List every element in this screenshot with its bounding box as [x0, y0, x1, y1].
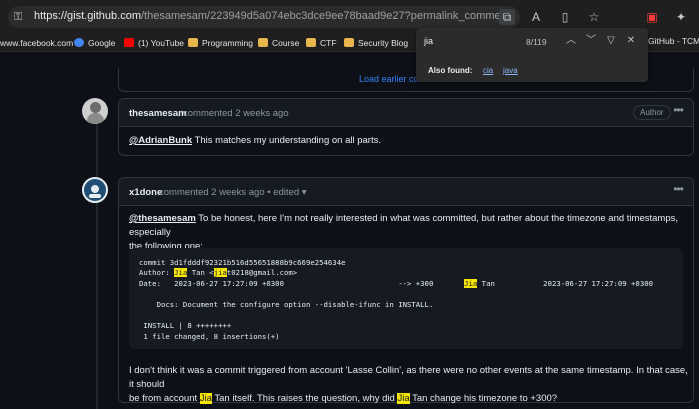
code-line: Date: 2023-06-27 17:27:09 +0300 --> +300… — [139, 279, 653, 288]
site-info-icon[interactable]: ⚿ — [14, 11, 26, 23]
user-mention[interactable]: @thesamesam — [129, 213, 196, 224]
comment-text: I don't think it was a commit triggered … — [129, 365, 688, 390]
youtube-icon — [124, 38, 134, 47]
code-text: Date: 2023-06-27 17:27:09 +0300 --> +300 — [139, 279, 465, 288]
bookmark-label: (1) YouTube — [138, 38, 184, 48]
comment-text: This matches my understanding on all par… — [192, 135, 381, 146]
bookmark-github[interactable]: GitHub - TCM-C — [648, 36, 699, 46]
kebab-menu-icon[interactable]: ••• — [671, 104, 685, 118]
search-highlight: Jia — [397, 393, 410, 404]
comment-author[interactable]: thesamesam — [129, 108, 187, 119]
search-highlight: Jia — [464, 279, 478, 288]
comment-paragraph: @thesamesam To be honest, here I'm not r… — [129, 212, 689, 240]
code-text: Tan 2023-06-27 17:27:09 +0300 — [477, 279, 654, 288]
bookmark-label: CTF — [320, 38, 337, 48]
comment-header: thesamesam commented 2 weeks ago Author … — [119, 99, 693, 127]
bookmark-facebook[interactable]: www.facebook.com — [0, 36, 73, 50]
find-close-icon[interactable]: ✕ — [624, 34, 638, 48]
folder-icon — [306, 38, 316, 47]
bookmark-folder-programming[interactable]: Programming — [188, 36, 253, 50]
code-text: Author: — [139, 268, 175, 277]
bookmark-label: www.facebook.com — [0, 38, 74, 48]
search-highlight: Jia — [199, 393, 212, 404]
find-next-icon[interactable]: ﹀ — [584, 34, 598, 48]
search-highlight: jia — [213, 268, 227, 277]
comment-author[interactable]: x1done — [129, 187, 162, 198]
comment-header: x1done commented 2 weeks ago • edited ▾ … — [119, 178, 693, 206]
code-block: commit 3d1fdddf92321b516d55651888b9c669e… — [129, 248, 683, 349]
url-path: /thesamesam/223949d5a074ebc3dce9ee78baad… — [141, 10, 514, 22]
youtube-extension-icon[interactable]: ▣ — [644, 9, 660, 25]
folder-icon — [258, 38, 268, 47]
author-badge: Author — [633, 105, 671, 120]
timeline-line — [96, 102, 98, 409]
find-bar: jia 8/119 ︿ ﹀ ▽ ✕ Also found: cia java — [416, 28, 648, 82]
url-host: https://gist.github.com — [34, 10, 141, 22]
comment-text: be from account — [129, 393, 200, 404]
find-previous-icon[interactable]: ︿ — [564, 34, 578, 48]
avatar[interactable] — [82, 98, 108, 124]
comment-text: To be honest, here I'm not really intere… — [129, 213, 678, 238]
also-found-link[interactable]: java — [503, 66, 518, 75]
folder-icon — [188, 38, 198, 47]
bookmark-label: Google — [88, 38, 116, 48]
toolbar-icons: ⧉ A ▯ ☆ ▣ ✦ — [499, 8, 689, 26]
find-input[interactable]: jia — [424, 36, 433, 46]
bookmark-folder-course[interactable]: Course — [258, 36, 299, 50]
code-line: Docs: Document the configure option --di… — [139, 300, 434, 309]
folder-icon — [344, 38, 354, 47]
read-aloud-icon[interactable]: A — [528, 9, 544, 25]
code-line: 1 file changed, 8 insertions(+) — [139, 332, 280, 341]
find-filter-icon[interactable]: ▽ — [604, 34, 618, 48]
comment: x1done commented 2 weeks ago • edited ▾ … — [118, 177, 694, 406]
comment: thesamesam commented 2 weeks ago Author … — [118, 98, 694, 156]
code-line: INSTALL | 8 ++++++++ — [139, 321, 232, 330]
bookmark-label: Course — [272, 38, 300, 48]
comment-text: Tan itself. This raises the question, wh… — [211, 393, 398, 404]
code-line: commit 3d1fdddf92321b516d55651888b9c669e… — [139, 258, 346, 267]
url-text[interactable]: https://gist.github.com/thesamesam/22394… — [34, 10, 514, 22]
reader-mode-icon[interactable]: ▯ — [557, 9, 573, 25]
find-match-count: 8/119 — [526, 37, 547, 47]
comment-paragraph: I don't think it was a commit triggered … — [129, 364, 689, 406]
comment-meta[interactable]: commented 2 weeks ago • edited ▾ — [159, 187, 307, 198]
search-highlight: Jia — [174, 268, 188, 277]
bookmark-label: Security Blog — [358, 38, 409, 48]
google-icon — [74, 38, 84, 47]
code-text: Tan < — [187, 268, 214, 277]
also-found-link[interactable]: cia — [483, 66, 493, 75]
code-line: Author: Jia Tan <jiat0218@gmail.com> — [139, 268, 297, 277]
code-text: t0218@gmail.com> — [226, 268, 298, 277]
bookmark-google[interactable]: Google — [74, 36, 115, 50]
comment-body: @AdrianBunk This matches my understandin… — [129, 134, 381, 148]
bookmark-youtube[interactable]: (1) YouTube — [124, 36, 184, 50]
bookmark-folder-security-blog[interactable]: Security Blog — [344, 36, 408, 50]
find-on-page-icon[interactable]: ⧉ — [499, 9, 515, 25]
bookmark-folder-ctf[interactable]: CTF — [306, 36, 337, 50]
user-mention[interactable]: @AdrianBunk — [129, 135, 192, 146]
comment-meta[interactable]: commented 2 weeks ago — [183, 108, 289, 119]
also-found-label: Also found: — [428, 66, 473, 75]
extensions-icon[interactable]: ✦ — [673, 9, 689, 25]
comment-text: Tan change his timezone to +300? — [409, 393, 558, 404]
kebab-menu-icon[interactable]: ••• — [671, 183, 685, 197]
comment-text-line: be from account Jia Tan itself. This rai… — [129, 392, 689, 406]
bookmark-label: Programming — [202, 38, 254, 48]
avatar[interactable] — [82, 177, 108, 203]
favorite-star-icon[interactable]: ☆ — [586, 9, 602, 25]
